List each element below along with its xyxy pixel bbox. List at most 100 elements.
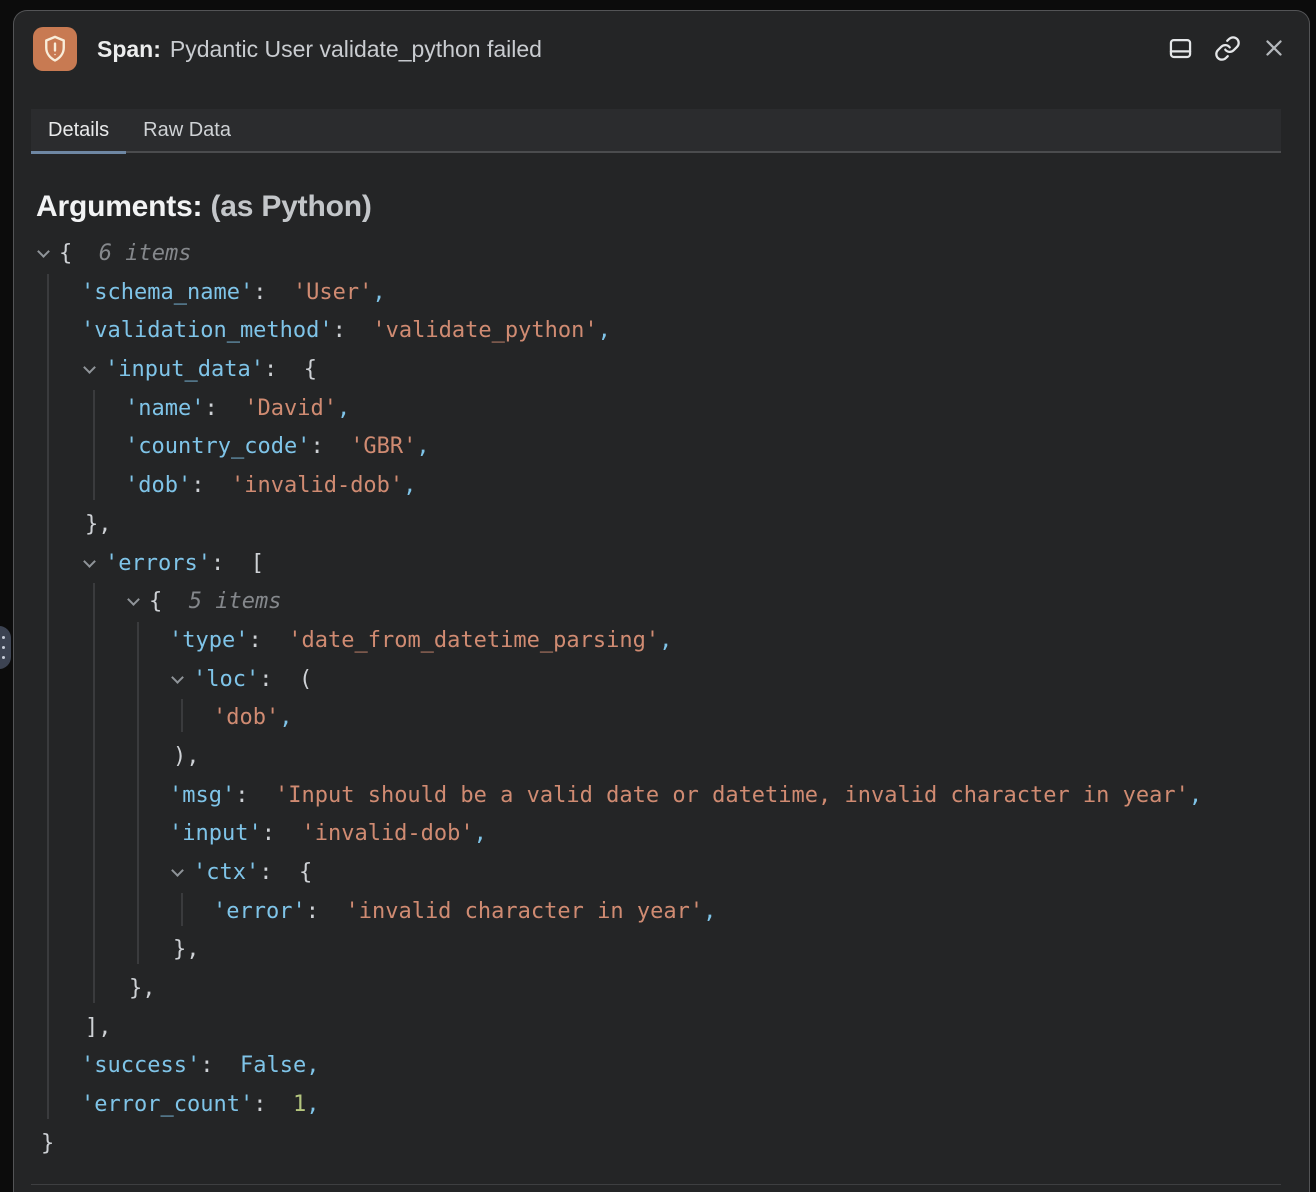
shield-alert-icon [33, 27, 77, 71]
indent-guide [181, 699, 183, 732]
arguments-heading-suffix: (as Python) [210, 190, 371, 223]
token-key: 'loc' [193, 667, 259, 692]
tree-line: 'name': 'David', [14, 390, 1309, 429]
token-comma: , [337, 396, 350, 421]
token-punct: : [262, 821, 302, 846]
tree-line: 'msg': 'Input should be a valid date or … [14, 777, 1309, 816]
token-comma: , [703, 899, 716, 924]
token-punct: : [200, 1053, 240, 1078]
tree-line: 'validation_method': 'validate_python', [14, 312, 1309, 351]
dock-to-bottom-button[interactable] [1165, 33, 1195, 63]
token-key: 'validation_method' [81, 318, 333, 343]
token-punct: : { [259, 860, 312, 885]
tree-line: ), [14, 738, 1309, 777]
token-punct: { [149, 589, 189, 614]
grip-dots-icon [2, 636, 5, 659]
tab-bar: Details Raw Data [31, 109, 1281, 153]
token-punct: : [253, 1092, 293, 1117]
tree-line: 'dob': 'invalid-dob', [14, 467, 1309, 506]
token-str: 'invalid-dob' [301, 821, 473, 846]
token-comma: , [372, 280, 385, 305]
bottom-divider [31, 1184, 1281, 1185]
token-punct: }, [129, 976, 156, 1001]
tab-raw-data-label: Raw Data [143, 119, 231, 142]
token-comma: , [416, 434, 429, 459]
token-punct: : [ [211, 551, 264, 576]
token-punct: }, [173, 937, 200, 962]
chevron-down-icon[interactable] [127, 593, 140, 606]
tab-details[interactable]: Details [31, 109, 126, 151]
token-str: 'User' [293, 280, 372, 305]
token-punct: : [235, 783, 275, 808]
chevron-down-icon[interactable] [83, 361, 96, 374]
token-key: 'input_data' [105, 357, 264, 382]
token-str: 'invalid character in year' [345, 899, 703, 924]
chevron-down-icon[interactable] [171, 864, 184, 877]
token-key: 'errors' [105, 551, 211, 576]
close-icon [1261, 35, 1287, 61]
token-comma: , [474, 821, 487, 846]
tab-raw-data[interactable]: Raw Data [126, 109, 248, 151]
tree-line: } [14, 1125, 1309, 1164]
token-str: 'GBR' [350, 434, 416, 459]
token-punct: } [41, 1131, 54, 1156]
token-comma: , [306, 1053, 319, 1078]
tree-line: 'input': 'invalid-dob', [14, 815, 1309, 854]
token-str: 'validate_python' [372, 318, 597, 343]
page-title: Span: Pydantic User validate_python faile… [97, 34, 542, 64]
token-str: 'date_from_datetime_parsing' [288, 628, 659, 653]
token-key: 'msg' [169, 783, 235, 808]
indent-guide [181, 893, 183, 926]
copy-link-button[interactable] [1212, 33, 1242, 63]
tree-line: { 5 items [14, 583, 1309, 622]
chevron-down-icon[interactable] [37, 245, 50, 258]
token-punct: { [59, 241, 99, 266]
indent-guide [47, 274, 49, 1119]
token-punct: : { [264, 357, 317, 382]
tree-line: 'loc': ( [14, 661, 1309, 700]
tree-line: 'dob', [14, 699, 1309, 738]
close-button[interactable] [1259, 33, 1289, 63]
tree-line: 'error': 'invalid character in year', [14, 893, 1309, 932]
token-key: 'dob' [125, 473, 191, 498]
indent-guide [93, 390, 95, 500]
token-punct: : [204, 396, 244, 421]
chevron-down-icon[interactable] [83, 555, 96, 568]
token-punct: ), [173, 744, 200, 769]
link-icon [1214, 35, 1241, 62]
token-key: 'success' [81, 1053, 200, 1078]
token-key: 'error' [213, 899, 306, 924]
tree-line: }, [14, 506, 1309, 545]
indent-guide [93, 583, 95, 1003]
token-comma: , [598, 318, 611, 343]
tree-line: }, [14, 970, 1309, 1009]
arguments-heading-label: Arguments: [36, 190, 202, 223]
token-str: 'dob' [213, 705, 279, 730]
token-punct: : [306, 899, 346, 924]
token-bool: False [240, 1053, 306, 1078]
token-str: 'David' [244, 396, 337, 421]
chevron-down-icon[interactable] [171, 671, 184, 684]
tab-details-label: Details [48, 119, 109, 142]
token-key: 'name' [125, 396, 204, 421]
tree-line: 'ctx': { [14, 854, 1309, 893]
token-punct: : [253, 280, 293, 305]
dock-bottom-icon [1167, 35, 1194, 62]
span-label: Span: [97, 36, 161, 62]
token-key: 'country_code' [125, 434, 310, 459]
arguments-heading: Arguments: (as Python) [36, 190, 372, 224]
token-punct: : [333, 318, 373, 343]
token-punct: }, [85, 512, 112, 537]
panel-drag-handle[interactable] [0, 626, 11, 669]
token-num: 1 [293, 1092, 306, 1117]
token-punct: : ( [259, 667, 312, 692]
tree-line: 'type': 'date_from_datetime_parsing', [14, 622, 1309, 661]
tree-line: 'input_data': { [14, 351, 1309, 390]
token-str: 'Input should be a valid date or datetim… [275, 783, 1189, 808]
token-items: 5 items [189, 589, 282, 614]
token-comma: , [659, 628, 672, 653]
header-actions [1165, 33, 1289, 63]
span-title-text: Pydantic User validate_python failed [170, 36, 542, 62]
token-key: 'ctx' [193, 860, 259, 885]
token-items: 6 items [99, 241, 192, 266]
